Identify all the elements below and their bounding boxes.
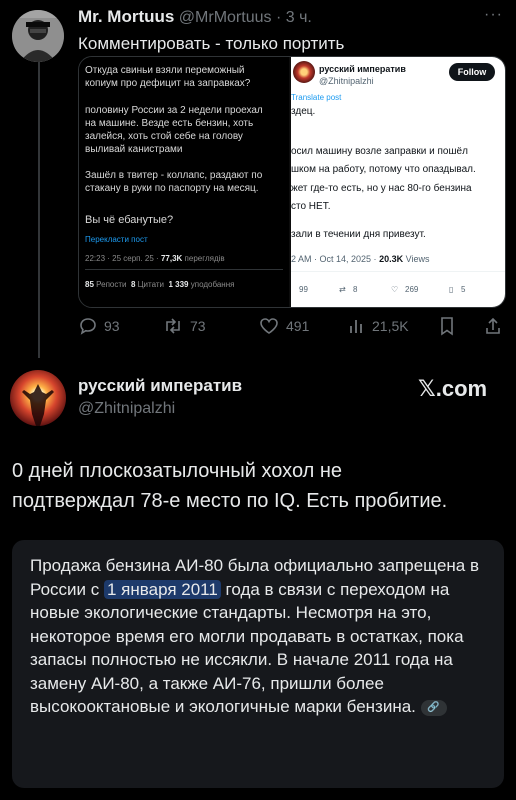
left-meta-views-label: переглядів <box>184 254 225 263</box>
bookmark-icon <box>441 317 453 336</box>
right-avatar <box>293 61 315 83</box>
heart-icon <box>260 318 278 334</box>
repost-count: 73 <box>190 318 206 334</box>
embedded-screenshot-right: русский императив @Zhitnipalzhi Follow T… <box>291 57 505 307</box>
left-likes-label: уподобання <box>190 280 235 289</box>
right-line: жет где-то есть, но у нас 80-го бензина <box>291 183 472 194</box>
reply-text-line: 0 дней плоскозатылочный хохол не <box>12 460 343 482</box>
right-meta-views-label: Views <box>405 254 430 264</box>
right-line: зали в течении дня привезут. <box>291 229 426 240</box>
right-handle: @Zhitnipalzhi <box>319 76 374 86</box>
right-line: сто НЕТ. <box>291 201 331 212</box>
right-translate-link: Translate post <box>291 93 342 102</box>
info-text-after: года в связи с переходом на новые эколог… <box>30 579 464 717</box>
right-line: шком на работу, потому что опаздывал. <box>291 164 476 175</box>
views-button[interactable]: 21,5K <box>348 316 418 338</box>
left-meta-views: 77,3K <box>160 254 183 263</box>
left-quotes-count: 8 <box>130 280 136 289</box>
right-meta-views: 20.3K <box>379 254 404 264</box>
info-card-text: Продажа бензина АИ-80 была официально за… <box>30 554 488 719</box>
figure-silhouette-icon <box>22 384 54 426</box>
repost-icon <box>166 318 180 334</box>
tweet-time[interactable]: · 3 ч. <box>276 9 312 26</box>
info-card: Продажа бензина АИ-80 была официально за… <box>12 540 504 788</box>
tweet-header: Mr. Mortuus @MrMortuus · 3 ч. <box>78 7 312 27</box>
right-heart-icon: ♡ <box>391 285 399 294</box>
reply-count: 93 <box>104 318 120 334</box>
tweet-text: Комментировать - только портить <box>78 34 345 53</box>
ellipsis-icon: ··· <box>484 6 503 23</box>
author-handle[interactable]: @MrMortuus <box>179 9 272 26</box>
right-replies-count: 99 <box>299 285 308 294</box>
left-meta-time: 22:23 · 25 серп. 25 · <box>85 254 159 263</box>
left-line: выливай канистрами <box>85 144 183 155</box>
right-divider <box>291 271 505 272</box>
reply-author-name[interactable]: русский императив <box>78 376 242 396</box>
left-line: половину России за 2 недели проехал <box>85 105 263 116</box>
right-bookmark-icon: ▯ <box>449 285 454 294</box>
bookmark-button[interactable] <box>438 316 458 338</box>
right-likes-count: 269 <box>405 285 419 294</box>
right-bookmarks-count: 5 <box>461 285 466 294</box>
reply-button[interactable]: 93 <box>78 316 138 338</box>
x-brand-logo: 𝕏.com <box>418 376 488 401</box>
like-button[interactable]: 491 <box>258 316 328 338</box>
left-meta: 22:23 · 25 серп. 25 · 77,3K переглядів <box>85 252 281 265</box>
left-reposts-count: 85 <box>85 280 94 289</box>
right-line: здец. <box>291 106 316 117</box>
share-button[interactable] <box>484 316 504 338</box>
left-line: Вы чё ебанутые? <box>85 214 174 226</box>
embedded-screenshot-left: Откуда свиньи взяли переможный копиум пр… <box>79 57 289 307</box>
right-follow-button: Follow <box>449 63 495 81</box>
right-line: осил машину возле заправки и пошёл <box>291 146 468 157</box>
left-line: залейся, хоть стой себе на голову <box>85 131 243 142</box>
thread-connector-line <box>38 62 40 358</box>
left-divider <box>85 269 283 270</box>
left-line: на машине. Везде есть бензин, хоть <box>85 118 254 129</box>
date-highlight: 1 января 2011 <box>104 579 221 599</box>
reply-author-handle[interactable]: @Zhitnipalzhi <box>78 400 175 418</box>
avatar-figure-icon <box>12 10 64 62</box>
views-chart-icon <box>350 320 362 333</box>
reply-author-avatar[interactable] <box>10 370 66 426</box>
left-quotes-label: Цитати <box>137 280 165 289</box>
share-icon <box>486 317 500 334</box>
author-name[interactable]: Mr. Mortuus <box>78 7 174 26</box>
reply-icon <box>80 318 96 335</box>
right-meta: 2 AM · Oct 14, 2025 · 20.3K Views <box>291 252 429 266</box>
left-reposts-label: Репости <box>96 280 127 289</box>
reply-text: 0 дней плоскозатылочный хохол не подтвер… <box>12 456 508 516</box>
right-reposts-count: 8 <box>353 285 358 294</box>
left-line: стакану в руки по паспорту на месяц. <box>85 183 259 194</box>
left-line: Зашёл в твитер - коллапс, раздают по <box>85 170 263 181</box>
left-likes-count: 1 339 <box>168 280 189 289</box>
left-stats: 85 Репости 8 Цитати 1 339 уподобання <box>85 278 281 291</box>
left-translate-link: Перекласти пост <box>85 235 148 244</box>
like-count: 491 <box>286 318 310 334</box>
author-avatar[interactable] <box>12 10 64 62</box>
right-meta-time: 2 AM · Oct 14, 2025 · <box>291 254 377 264</box>
tweet-media[interactable]: Откуда свиньи взяли переможный копиум пр… <box>78 56 506 308</box>
left-line: Откуда свиньи взяли переможный <box>85 65 245 76</box>
reply-text-line: подтверждал 78-е место по IQ. Есть проби… <box>12 490 448 512</box>
repost-button[interactable]: 73 <box>162 316 222 338</box>
views-count: 21,5K <box>372 318 409 334</box>
right-retweet-icon: ⇄ <box>339 285 346 294</box>
left-line: копиум про дефицит на заправках? <box>85 78 251 89</box>
more-options-button[interactable]: ··· <box>484 6 503 24</box>
link-icon[interactable]: 🔗 <box>420 699 447 716</box>
